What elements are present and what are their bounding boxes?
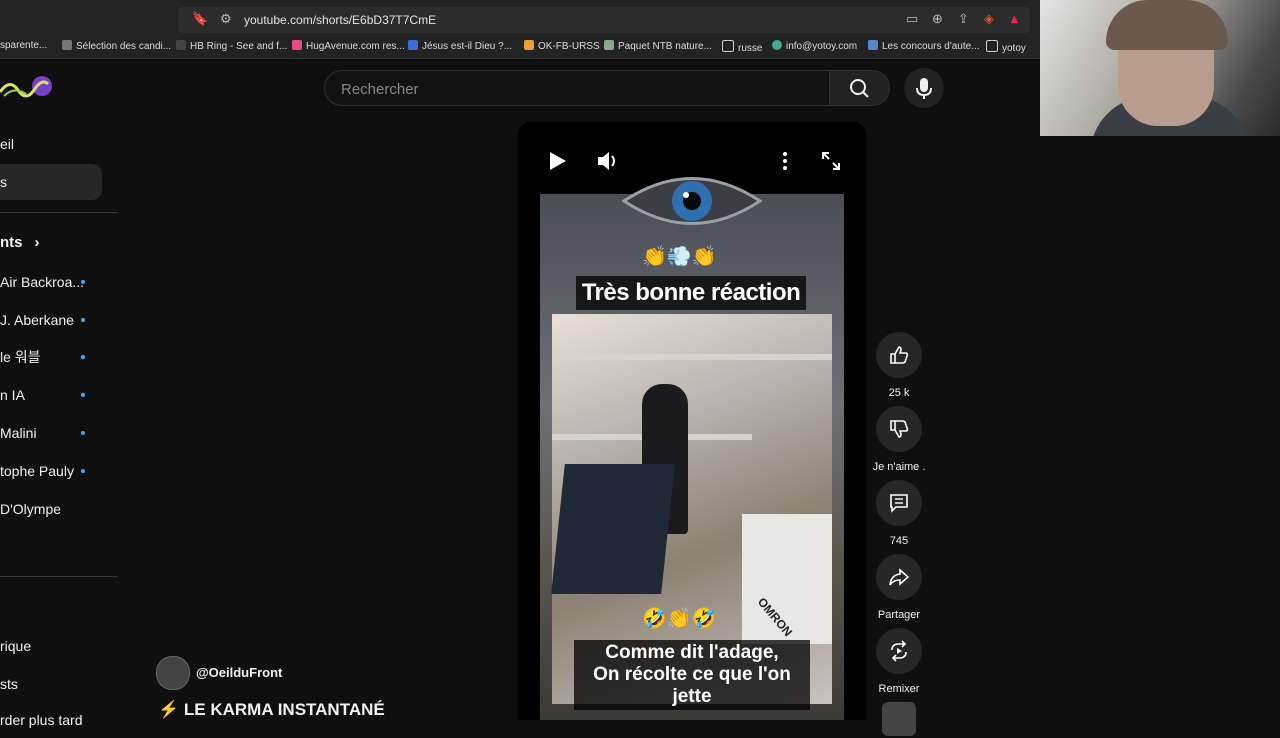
caption-bottom: Comme dit l'adage, On récolte ce que l'o…	[574, 640, 810, 710]
share-button[interactable]	[876, 554, 922, 600]
product-box: OMRON	[742, 514, 832, 644]
eye-logo-icon	[621, 177, 763, 225]
url-text[interactable]: youtube.com/shorts/E6bD37T7CmE	[244, 13, 436, 27]
search-box	[324, 70, 830, 106]
laugh-emojis: 🤣👏🤣	[642, 608, 717, 630]
channel-logo[interactable]	[0, 72, 56, 102]
monitor	[551, 464, 675, 594]
sidebar-item-subscription[interactable]: le 워블	[0, 339, 102, 375]
dislike-label: Je n'aime .	[872, 461, 926, 473]
like-count: 25 k	[888, 387, 910, 399]
shelf	[552, 354, 832, 360]
browser-toolbar: 🔖 ⚙ youtube.com/shorts/E6bD37T7CmE ▭ ⊕ ⇪…	[0, 0, 1040, 36]
brave-shield-icon[interactable]: ◈	[984, 11, 994, 27]
caption-top: Très bonne réaction	[576, 276, 806, 310]
webcam-overlay	[1040, 0, 1280, 136]
bookmark-item[interactable]: Paquet NTB nature...	[604, 40, 712, 52]
sidebar-item-watch-later[interactable]: rder plus tard	[0, 702, 102, 738]
sidebar-item-subscription[interactable]: n IA	[0, 377, 102, 413]
new-content-dot	[81, 318, 85, 322]
sidebar-item-shorts[interactable]: s	[0, 164, 102, 200]
clap-emojis: 👏💨👏	[642, 246, 717, 268]
caption-bottom-line-1: Comme dit l'adage,	[605, 642, 779, 663]
bookmark-folder[interactable]: yotoy	[986, 40, 1026, 54]
cast-icon[interactable]: ▭	[906, 11, 918, 27]
sidebar-item-subscription[interactable]: Air Backroa...	[0, 264, 102, 300]
like-button[interactable]	[876, 332, 922, 378]
webcam-person-hair	[1106, 0, 1228, 50]
sidebar-item-playlists[interactable]: sts	[0, 666, 102, 702]
new-content-dot	[81, 280, 85, 284]
address-bar[interactable]: 🔖 ⚙ youtube.com/shorts/E6bD37T7CmE ▭ ⊕ ⇪…	[178, 7, 1030, 33]
search-button[interactable]	[830, 70, 890, 106]
bookmark-item[interactable]: HB Ring - See and f...	[176, 40, 287, 52]
site-info-icon[interactable]: ⚙	[220, 11, 232, 27]
sidebar-item-subscription[interactable]: tophe Pauly	[0, 453, 102, 489]
remix-action: Remixer	[876, 628, 922, 695]
search-input[interactable]	[339, 78, 813, 100]
bookmark-item[interactable]: HugAvenue.com res...	[292, 40, 405, 52]
microphone-icon	[916, 78, 932, 99]
divider	[0, 212, 118, 213]
bookmark-item[interactable]: Sélection des candi...	[62, 40, 171, 52]
remix-label: Remixer	[878, 683, 920, 695]
bookmark-item[interactable]: Les concours d'aute...	[868, 40, 980, 52]
new-content-dot	[81, 393, 85, 397]
share-action: Partager	[876, 554, 922, 621]
bookmark-item[interactable]: info@yotoy.com	[772, 40, 857, 52]
sidebar-item-subscription[interactable]: Malini	[0, 415, 102, 451]
thumbs-up-icon	[890, 346, 909, 364]
sidebar-item-subscription[interactable]: J. Aberkane	[0, 302, 102, 338]
dislike-action: Je n'aime .	[873, 406, 925, 473]
box-brand-text: OMRON	[754, 594, 796, 640]
thumbs-down-icon	[890, 420, 909, 438]
bookmark-item[interactable]: OK-FB-URSS	[524, 40, 600, 52]
audio-thumbnail[interactable]	[882, 702, 916, 736]
new-content-dot	[81, 355, 85, 359]
share-label: Partager	[877, 609, 921, 621]
comments-action: 745	[876, 480, 922, 547]
remix-button[interactable]	[876, 628, 922, 674]
rewards-icon[interactable]: ▲	[1008, 11, 1021, 26]
comments-count: 745	[889, 535, 909, 547]
bookmark-folder[interactable]: russe	[722, 40, 762, 54]
sidebar-item-home[interactable]: eil	[0, 126, 102, 162]
chevron-right-icon: ›	[34, 234, 40, 251]
new-content-dot	[81, 431, 85, 435]
search-icon	[850, 79, 869, 98]
remix-icon	[891, 640, 907, 662]
fullscreen-icon[interactable]	[820, 150, 842, 172]
shorts-player[interactable]: OMRON 👏💨👏 Très bonne réaction 🤣👏🤣 Comme …	[518, 122, 866, 720]
channel-avatar[interactable]	[156, 656, 190, 690]
share-page-icon[interactable]: ⇪	[958, 11, 969, 27]
video-title[interactable]: ⚡ LE KARMA INSTANTANÉ	[158, 700, 385, 720]
bookmark-icon[interactable]: 🔖	[192, 11, 208, 27]
sidebar-subscriptions-heading[interactable]: nts ›	[0, 225, 102, 261]
bookmark-item[interactable]: sparente...	[0, 40, 47, 51]
bookmarks-bar: sparente... Sélection des candi... HB Ri…	[0, 36, 1040, 59]
caption-bottom-line-2: On récolte ce que l'on jette	[593, 664, 791, 707]
new-content-dot	[81, 469, 85, 473]
dislike-button[interactable]	[876, 406, 922, 452]
play-icon[interactable]	[546, 150, 568, 172]
volume-icon[interactable]	[596, 150, 620, 172]
channel-handle[interactable]: @OeilduFront	[196, 665, 282, 680]
sidebar-item-subscription[interactable]: D'Olympe	[0, 491, 102, 527]
comment-icon	[890, 494, 908, 513]
sidebar-item-history[interactable]: rique	[0, 628, 102, 664]
like-action: 25 k	[876, 332, 922, 399]
comments-button[interactable]	[876, 480, 922, 526]
bookmark-item[interactable]: Jésus est-il Dieu ?...	[408, 40, 512, 52]
zoom-icon[interactable]: ⊕	[932, 11, 943, 27]
voice-search-button[interactable]	[904, 68, 944, 108]
share-icon	[889, 568, 910, 586]
more-options-icon[interactable]	[780, 150, 790, 172]
divider	[0, 576, 118, 577]
